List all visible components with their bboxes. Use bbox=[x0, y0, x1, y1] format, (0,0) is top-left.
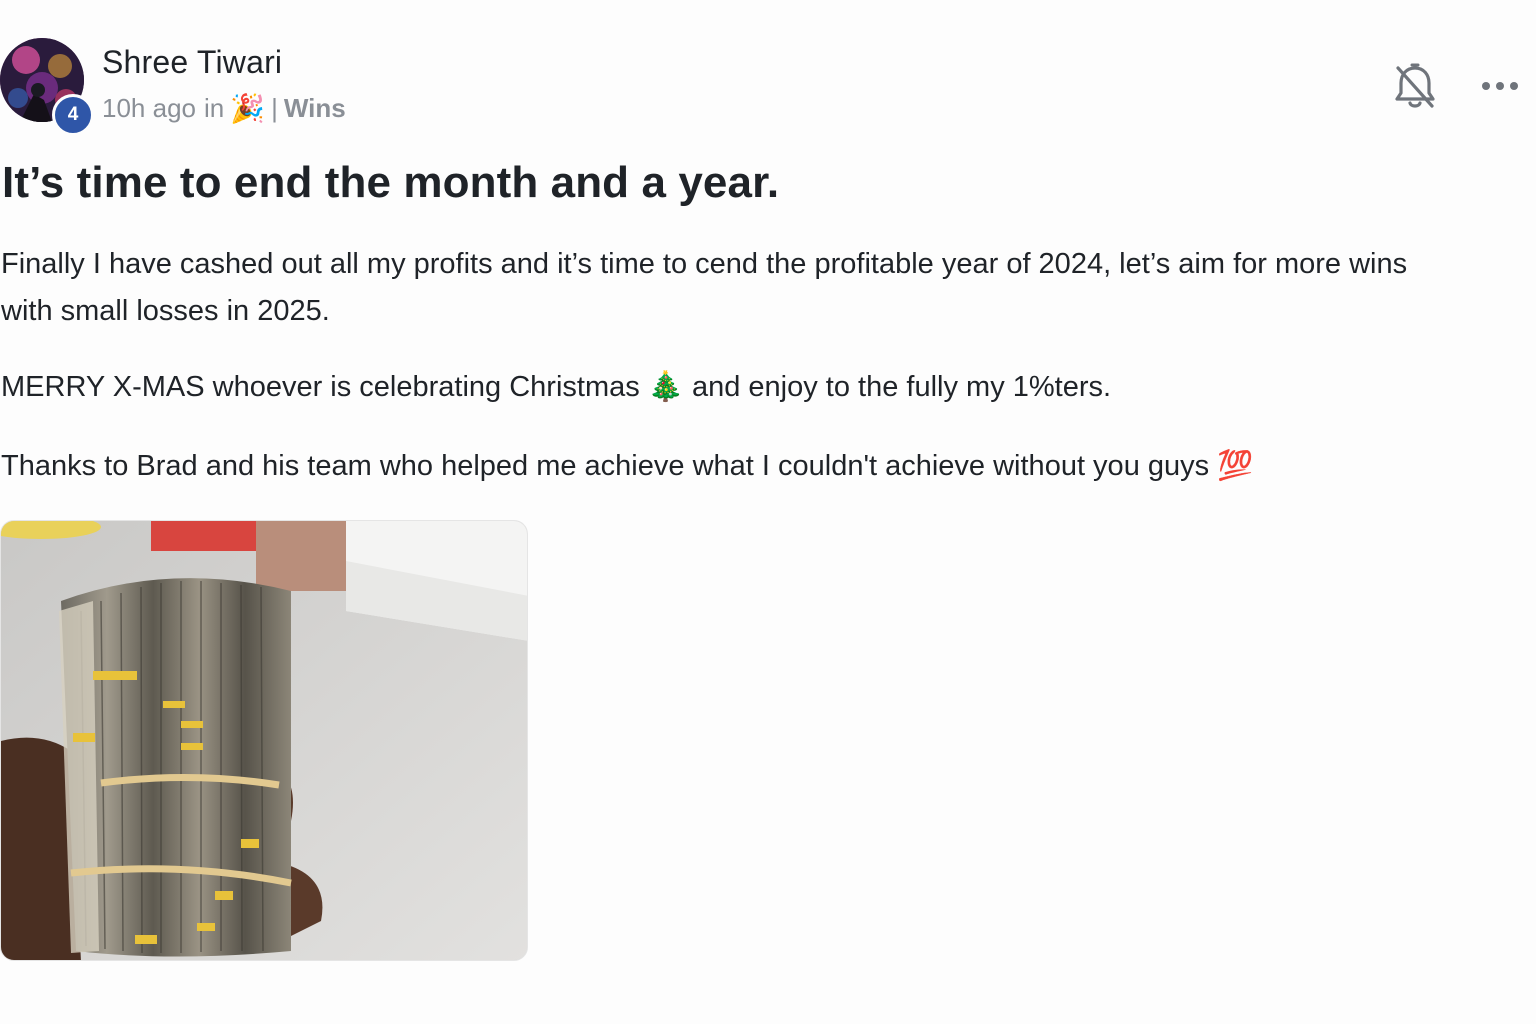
hundred-points-icon: 💯 bbox=[1217, 448, 1254, 482]
post-paragraph-3: Thanks to Brad and his team who helped m… bbox=[1, 442, 1441, 490]
in-label: in bbox=[203, 93, 225, 123]
post-image[interactable] bbox=[0, 520, 528, 961]
meta-separator: | bbox=[271, 93, 278, 123]
bell-off-icon bbox=[1395, 63, 1435, 108]
more-options-button[interactable] bbox=[1478, 70, 1522, 102]
time-ago: 10h ago bbox=[102, 93, 196, 123]
paragraph-2-text-start: MERRY X-MAS whoever is celebrating Chris… bbox=[1, 371, 648, 403]
notification-toggle-button[interactable] bbox=[1392, 62, 1438, 112]
party-popper-icon: 🎉 bbox=[230, 92, 266, 125]
post-paragraph-2: MERRY X-MAS whoever is celebrating Chris… bbox=[1, 363, 1441, 411]
channel-link[interactable]: Wins bbox=[284, 93, 346, 124]
post-paragraph-1: Finally I have cashed out all my profits… bbox=[1, 248, 1408, 327]
more-horizontal-icon bbox=[1482, 82, 1518, 90]
author-avatar-wrapper[interactable]: 4 bbox=[0, 38, 94, 136]
author-name[interactable]: Shree Tiwari bbox=[102, 44, 282, 81]
post-card: 4 Shree Tiwari 10h ago in 🎉 | Wins It’s … bbox=[0, 0, 1536, 1024]
christmas-tree-icon: 🎄 bbox=[647, 369, 684, 403]
post-meta: 10h ago in 🎉 | Wins bbox=[102, 92, 346, 125]
level-badge: 4 bbox=[52, 94, 94, 136]
paragraph-2-text-end: and enjoy to the fully my 1%ters. bbox=[683, 371, 1112, 403]
post-title: It’s time to end the month and a year. bbox=[2, 158, 780, 207]
cash-stack-photo bbox=[1, 521, 527, 960]
paragraph-3-text: Thanks to Brad and his team who helped m… bbox=[1, 450, 1218, 482]
